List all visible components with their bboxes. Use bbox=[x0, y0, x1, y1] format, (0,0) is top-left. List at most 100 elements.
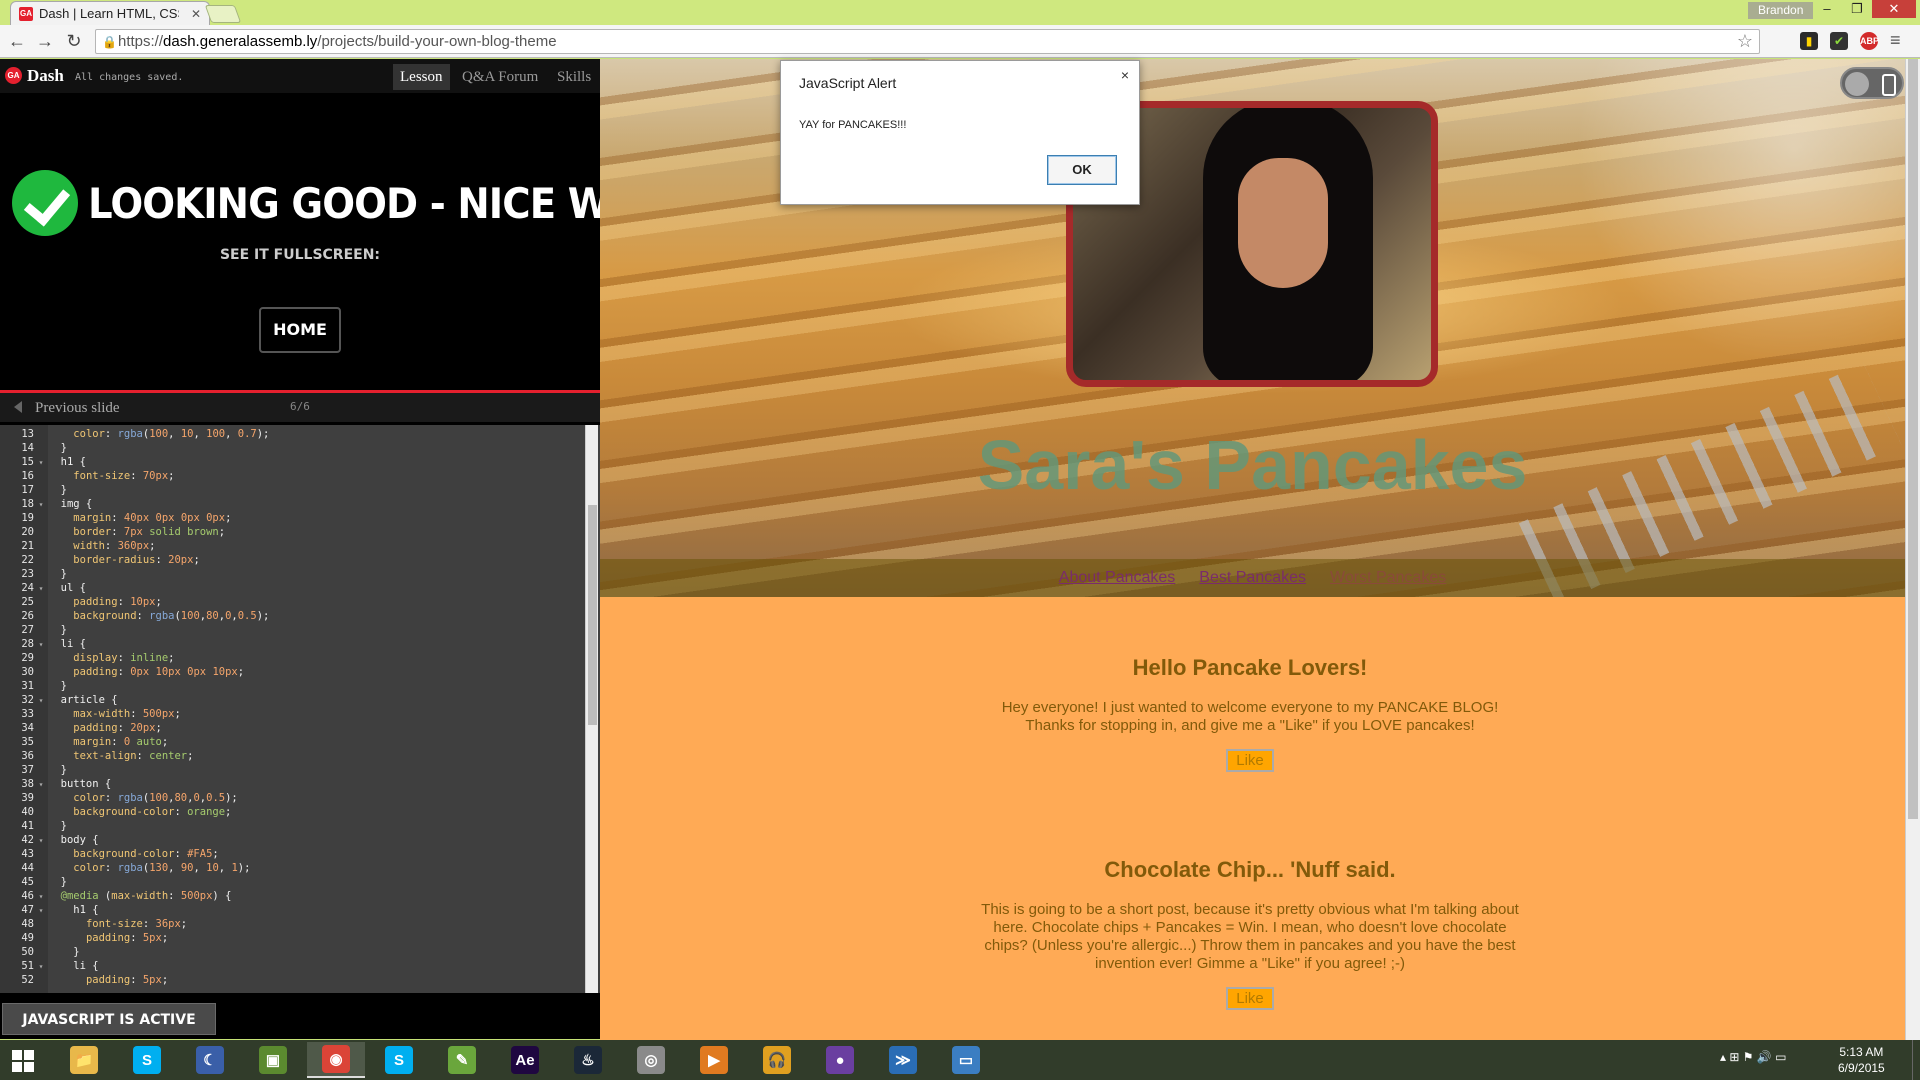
code-line[interactable]: 29 display: inline; bbox=[0, 651, 585, 665]
code-line[interactable]: 16 font-size: 70px; bbox=[0, 469, 585, 483]
like-button[interactable]: Like bbox=[1226, 987, 1274, 1010]
taskbar-app-after-effects[interactable]: Ae bbox=[496, 1042, 554, 1078]
fold-arrow-icon[interactable]: ▾ bbox=[34, 778, 48, 792]
code-line[interactable]: 48 font-size: 36px; bbox=[0, 917, 585, 931]
code-line[interactable]: 33 max-width: 500px; bbox=[0, 707, 585, 721]
nav-worst-pancakes[interactable]: Worst Pancakes bbox=[1318, 569, 1458, 587]
fold-arrow-icon[interactable]: ▾ bbox=[34, 834, 48, 848]
code-line[interactable]: 46 ▾ @media (max-width: 500px) { bbox=[0, 889, 585, 903]
address-bar[interactable]: 🔒 https://dash.generalassemb.ly/projects… bbox=[95, 29, 1760, 54]
taskbar-app-skype-2[interactable]: S bbox=[370, 1042, 428, 1078]
code-line[interactable]: 49 padding: 5px; bbox=[0, 931, 585, 945]
code-line[interactable]: 36 text-align: center; bbox=[0, 749, 585, 763]
code-line[interactable]: 15 ▾ h1 { bbox=[0, 455, 585, 469]
ga-logo-icon[interactable]: GA bbox=[5, 67, 22, 84]
system-tray-icons[interactable]: ▴ ⊞ ⚑ 🔊 ▭ bbox=[1720, 1050, 1786, 1064]
code-line[interactable]: 40 background-color: orange; bbox=[0, 805, 585, 819]
code-line[interactable]: 22 border-radius: 20px; bbox=[0, 553, 585, 567]
editor-scroll-thumb[interactable] bbox=[588, 505, 597, 725]
taskbar-app-media-player[interactable]: ▶ bbox=[685, 1042, 743, 1078]
code-line[interactable]: 38 ▾ button { bbox=[0, 777, 585, 791]
code-line[interactable]: 43 background-color: #FA5; bbox=[0, 847, 585, 861]
taskbar-app-steam[interactable]: ♨ bbox=[559, 1042, 617, 1078]
fold-arrow-icon[interactable]: ▾ bbox=[34, 904, 48, 918]
taskbar-app-notepad[interactable]: ✎ bbox=[433, 1042, 491, 1078]
code-line[interactable]: 23 } bbox=[0, 567, 585, 581]
extension-check-icon[interactable]: ✔ bbox=[1830, 32, 1848, 50]
nav-about-pancakes[interactable]: About Pancakes bbox=[1047, 569, 1188, 587]
code-line[interactable]: 18 ▾ img { bbox=[0, 497, 585, 511]
fold-arrow-icon[interactable]: ▾ bbox=[34, 498, 48, 512]
taskbar-app-disc[interactable]: ◎ bbox=[622, 1042, 680, 1078]
code-line[interactable]: 30 padding: 0px 10px 0px 10px; bbox=[0, 665, 585, 679]
menu-hamburger-icon[interactable]: ≡ bbox=[1890, 30, 1901, 51]
new-tab-button[interactable] bbox=[204, 5, 242, 23]
taskbar-app-headphones[interactable]: 🎧 bbox=[748, 1042, 806, 1078]
css-code-editor[interactable]: 13 color: rgba(100, 10, 100, 0.7); 14 } 15… bbox=[0, 425, 600, 993]
code-line[interactable]: 24 ▾ ul { bbox=[0, 581, 585, 595]
taskbar-app-file-explorer[interactable]: 📁 bbox=[55, 1042, 113, 1078]
code-line[interactable]: 25 padding: 10px; bbox=[0, 595, 585, 609]
preview-scrollbar[interactable] bbox=[1905, 59, 1920, 1040]
taskbar-app-window-app[interactable]: ▭ bbox=[937, 1042, 995, 1078]
minimize-button[interactable]: – bbox=[1812, 0, 1842, 18]
code-line[interactable]: 21 width: 360px; bbox=[0, 539, 585, 553]
tab-skills[interactable]: Skills bbox=[550, 64, 598, 90]
browser-tab[interactable]: GA Dash | Learn HTML, CSS, J ✕ bbox=[10, 1, 210, 25]
maximize-button[interactable]: ❐ bbox=[1842, 0, 1872, 18]
fold-arrow-icon[interactable]: ▾ bbox=[34, 890, 48, 904]
taskbar-app-moon-app[interactable]: ☾ bbox=[181, 1042, 239, 1078]
code-line[interactable]: 31 } bbox=[0, 679, 585, 693]
code-line[interactable]: 44 color: rgba(130, 90, 10, 1); bbox=[0, 861, 585, 875]
reload-icon[interactable]: ↻ bbox=[62, 30, 86, 52]
code-line[interactable]: 35 margin: 0 auto; bbox=[0, 735, 585, 749]
code-line[interactable]: 26 background: rgba(100,80,0,0.5); bbox=[0, 609, 585, 623]
show-desktop-button[interactable] bbox=[1912, 1040, 1920, 1080]
javascript-active-button[interactable]: JAVASCRIPT IS ACTIVE bbox=[2, 1003, 216, 1035]
windows-start-icon[interactable] bbox=[12, 1050, 34, 1072]
code-line[interactable]: 17 } bbox=[0, 483, 585, 497]
code-line[interactable]: 42 ▾ body { bbox=[0, 833, 585, 847]
code-line[interactable]: 45 } bbox=[0, 875, 585, 889]
code-line[interactable]: 13 color: rgba(100, 10, 100, 0.7); bbox=[0, 427, 585, 441]
code-line[interactable]: 14 } bbox=[0, 441, 585, 455]
alert-ok-button[interactable]: OK bbox=[1047, 155, 1117, 185]
code-line[interactable]: 51 ▾ li { bbox=[0, 959, 585, 973]
nav-best-pancakes[interactable]: Best Pancakes bbox=[1187, 569, 1318, 587]
back-arrow-icon[interactable]: ← bbox=[5, 30, 29, 52]
fold-arrow-icon[interactable]: ▾ bbox=[34, 582, 48, 596]
fold-arrow-icon[interactable]: ▾ bbox=[34, 694, 48, 708]
code-line[interactable]: 47 ▾ h1 { bbox=[0, 903, 585, 917]
fold-arrow-icon[interactable]: ▾ bbox=[34, 960, 48, 974]
taskbar-app-chrome[interactable]: ◉ bbox=[307, 1042, 365, 1078]
adblock-icon[interactable]: ABP bbox=[1860, 32, 1879, 50]
taskbar-app-cat-app[interactable]: ● bbox=[811, 1042, 869, 1078]
device-preview-toggle[interactable] bbox=[1840, 67, 1904, 99]
like-button[interactable]: Like bbox=[1226, 749, 1274, 772]
code-line[interactable]: 27 } bbox=[0, 623, 585, 637]
code-line[interactable]: 52 padding: 5px; bbox=[0, 973, 585, 987]
previous-arrow-icon[interactable] bbox=[14, 401, 22, 413]
code-line[interactable]: 32 ▾ article { bbox=[0, 693, 585, 707]
preview-scroll-thumb[interactable] bbox=[1908, 59, 1918, 819]
profile-user-badge[interactable]: Brandon bbox=[1748, 2, 1814, 19]
code-line[interactable]: 37 } bbox=[0, 763, 585, 777]
dash-brand[interactable]: Dash bbox=[27, 66, 64, 86]
alert-close-icon[interactable]: × bbox=[1121, 67, 1129, 83]
code-line[interactable]: 39 color: rgba(100,80,0,0.5); bbox=[0, 791, 585, 805]
taskbar-app-powershell[interactable]: ≫ bbox=[874, 1042, 932, 1078]
editor-scrollbar[interactable] bbox=[585, 425, 598, 993]
fold-arrow-icon[interactable]: ▾ bbox=[34, 456, 48, 470]
extension-shield-icon[interactable]: ▮ bbox=[1800, 32, 1818, 50]
close-window-button[interactable]: ✕ bbox=[1872, 0, 1916, 18]
system-clock[interactable]: 5:13 AM 6/9/2015 bbox=[1838, 1044, 1885, 1076]
code-line[interactable]: 50 } bbox=[0, 945, 585, 959]
tab-qa-forum[interactable]: Q&A Forum bbox=[455, 64, 545, 90]
code-line[interactable]: 34 padding: 20px; bbox=[0, 721, 585, 735]
code-line[interactable]: 19 margin: 40px 0px 0px 0px; bbox=[0, 511, 585, 525]
tab-lesson[interactable]: Lesson bbox=[393, 64, 450, 90]
tab-close-icon[interactable]: ✕ bbox=[191, 7, 201, 21]
taskbar-app-minecraft[interactable]: ▣ bbox=[244, 1042, 302, 1078]
code-line[interactable]: 41 } bbox=[0, 819, 585, 833]
bookmark-star-icon[interactable]: ☆ bbox=[1737, 31, 1753, 52]
